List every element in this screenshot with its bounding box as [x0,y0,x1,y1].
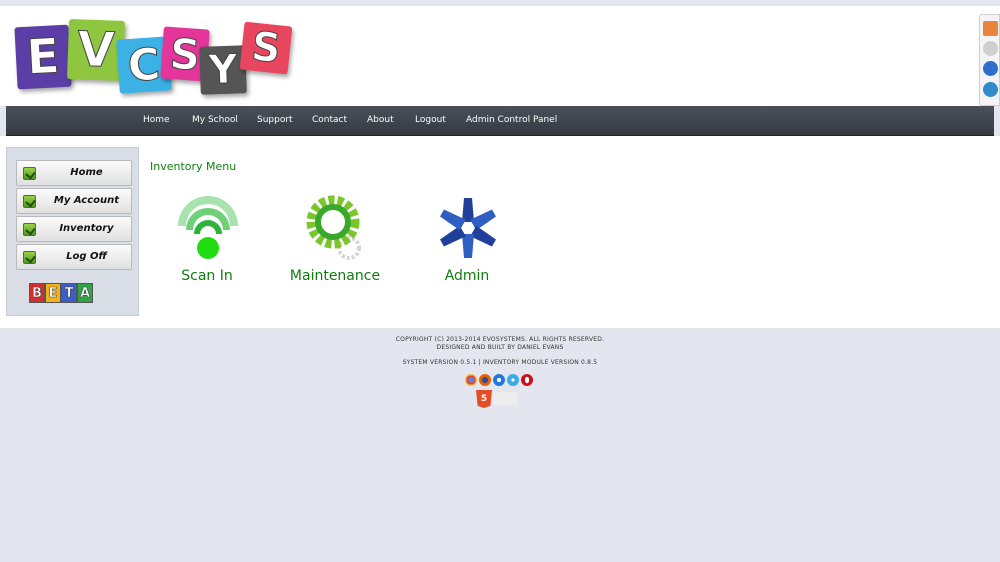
nav-about[interactable]: About [367,106,394,136]
admin-star-icon [440,198,496,258]
nav-logout[interactable]: Logout [415,106,446,136]
sidebar-item-label: Inventory [59,223,114,234]
beta-badge: B E T A [29,283,95,303]
sidebar-item-label: My Account [53,195,120,206]
nav-support[interactable]: Support [257,106,293,136]
scan-in-tile[interactable]: Scan In [152,192,262,292]
person-icon[interactable] [983,82,998,97]
footer: COPYRIGHT (C) 2013-2014 EVOSYSTEMS. ALL … [0,336,1000,367]
tile-label: Scan In [181,268,233,284]
check-icon [23,223,36,236]
sidebar-item-label: Log Off [66,251,107,262]
check-icon [23,167,36,180]
check-icon [23,251,36,264]
logo-letter: Y [199,45,247,95]
footer-copyright: COPYRIGHT (C) 2013-2014 EVOSYSTEMS. ALL … [395,336,605,343]
page-title: Inventory Menu [150,160,237,173]
scan-signal-icon [178,196,238,259]
safari-icon[interactable] [507,374,519,386]
beta-letter: E [45,283,61,303]
back-arrow-icon[interactable] [983,21,998,36]
browser-icons [465,374,537,386]
evcsys-logo[interactable]: E V C S Y S [14,14,304,108]
sidebar-item-my-account[interactable]: My Account [16,188,132,214]
check-icon [23,195,36,208]
tile-label: Admin [444,268,490,284]
nav-home[interactable]: Home [143,106,170,136]
ie-icon[interactable] [493,374,505,386]
html5-badge: 5 [476,390,492,408]
nav-my-school[interactable]: My School [192,106,238,136]
sidebar-item-home[interactable]: Home [16,160,132,186]
logo-letter: E [14,24,72,90]
footer-version: SYSTEM VERSION 0.5.1 | INVENTORY MODULE … [402,359,598,366]
logo-letter: S [239,21,293,75]
maintenance-tile[interactable]: Maintenance [280,192,390,292]
side-toolbar [979,14,1000,106]
html5-extra-badge [493,392,517,405]
window-icon[interactable] [983,61,998,76]
beta-letter: T [61,283,77,303]
chrome-icon[interactable] [465,374,477,386]
firefox-icon[interactable] [479,374,491,386]
beta-letter: B [29,283,45,303]
gear-icon [306,195,361,260]
footer-designed-by: DESIGNED AND BUILT BY DANIEL EVANS [436,344,564,351]
opera-icon[interactable] [521,374,533,386]
sidebar-item-inventory[interactable]: Inventory [16,216,132,242]
tile-label: Maintenance [289,268,381,284]
beta-letter: A [77,283,93,303]
sidebar-item-label: Home [70,167,103,178]
sidebar-item-log-off[interactable]: Log Off [16,244,132,270]
pen-icon[interactable] [983,41,998,56]
main-navbar: Home My School Support Contact About Log… [6,106,994,136]
admin-tile[interactable]: Admin [412,192,522,292]
nav-admin-control-panel[interactable]: Admin Control Panel [466,106,557,136]
nav-contact[interactable]: Contact [312,106,347,136]
